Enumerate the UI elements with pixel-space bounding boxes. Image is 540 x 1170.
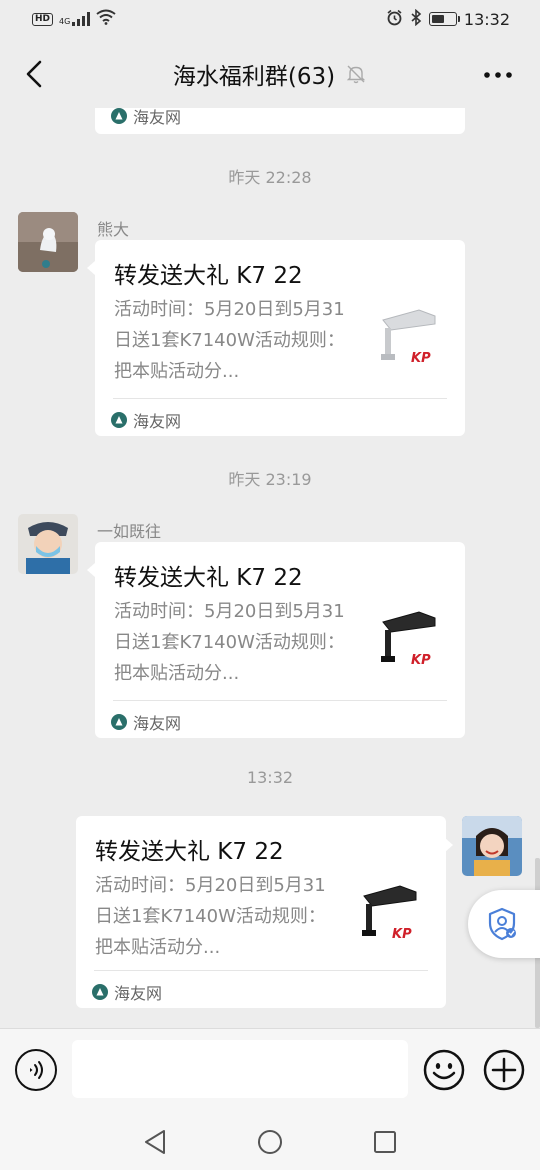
card-description: 活动时间：5月20日到5月31日送1套K7140W活动规则：把本贴活动分... [95, 875, 326, 958]
hd-badge: HD [32, 12, 54, 26]
chat-title: 海水福利群(63) [172, 64, 336, 90]
back-button[interactable] [14, 54, 54, 94]
network-type: 4G [59, 17, 71, 26]
avatar[interactable] [18, 212, 78, 272]
clock: 13:32 [463, 9, 510, 29]
source-icon [92, 984, 108, 1000]
source-label: 海友网 [114, 984, 163, 1003]
voice-icon [30, 1061, 43, 1079]
card-thumbnail: KP [369, 300, 449, 380]
message-card[interactable]: 转发送大礼 K7 22 活动时间：5月20日到5月31日送1套K7140W活动规… [95, 240, 465, 436]
logo-text: KP [392, 927, 412, 942]
card-title: 转发送大礼 K7 22 [114, 565, 303, 591]
emoji-icon [423, 1049, 465, 1091]
source-label: 海友网 [133, 412, 182, 431]
card-description: 活动时间：5月20日到5月31日送1套K7140W活动规则：把本贴活动分... [114, 299, 345, 382]
logo-text: KP [411, 351, 431, 366]
voice-button[interactable] [15, 1049, 57, 1091]
floating-assistant-button[interactable] [468, 890, 540, 958]
card-title: 转发送大礼 K7 22 [114, 263, 303, 289]
card-title: 转发送大礼 K7 22 [95, 839, 284, 865]
logo-text: KP [411, 653, 431, 668]
input-bar [0, 1028, 540, 1170]
card-divider [94, 970, 428, 971]
source-icon [111, 108, 127, 124]
card-divider [113, 398, 447, 399]
card-thumbnail: KP [369, 602, 449, 682]
signal-icon: 4G [59, 12, 91, 26]
alarm-icon [386, 9, 403, 30]
bubble-tail [87, 563, 95, 577]
self-avatar[interactable] [462, 816, 522, 876]
chevron-left-icon [26, 60, 42, 88]
card-source: 海友网 [111, 108, 181, 128]
message-card-partial[interactable]: 海友网 [95, 108, 465, 134]
system-nav-bar [0, 1119, 540, 1170]
message-card[interactable]: 转发送大礼 K7 22 活动时间：5月20日到5月31日送1套K7140W活动规… [95, 542, 465, 738]
plus-button[interactable] [483, 1049, 525, 1091]
card-description: 活动时间：5月20日到5月31日送1套K7140W活动规则：把本贴活动分... [114, 601, 345, 684]
plus-icon [483, 1049, 525, 1091]
chat-header: 海水福利群(63) [0, 40, 540, 108]
source-icon [111, 412, 127, 428]
timestamp: 昨天 23:19 [228, 470, 312, 489]
bubble-tail [445, 838, 453, 852]
wifi-icon [96, 9, 116, 29]
source-label: 海友网 [133, 714, 182, 733]
bubble-tail [87, 261, 95, 275]
sender-name: 熊大 [97, 220, 130, 239]
nav-recents-icon[interactable] [373, 1130, 397, 1154]
status-right: 13:32 [386, 8, 510, 30]
card-divider [113, 700, 447, 701]
source-label: 海友网 [133, 108, 182, 127]
nav-back-icon[interactable] [143, 1129, 167, 1155]
card-thumbnail: KP [350, 876, 430, 956]
shield-user-icon [488, 907, 516, 941]
title-group: 海水福利群(63) [173, 57, 367, 91]
message-card[interactable]: 转发送大礼 K7 22 活动时间：5月20日到5月31日送1套K7140W活动规… [76, 816, 446, 1008]
nav-home-icon[interactable] [257, 1129, 283, 1155]
source-icon [111, 714, 127, 730]
message-input[interactable] [72, 1040, 408, 1098]
card-source: 海友网 [111, 710, 181, 734]
status-bar: HD 4G 13:32 [0, 0, 540, 38]
bell-off-icon [346, 65, 366, 84]
more-button[interactable] [478, 58, 518, 92]
sender-name: 一如既往 [97, 522, 162, 541]
avatar[interactable] [18, 514, 78, 574]
battery-icon [428, 12, 460, 26]
timestamp: 13:32 [246, 768, 294, 787]
status-left: HD 4G [32, 9, 116, 29]
more-dots-icon [484, 72, 512, 78]
bluetooth-icon [410, 8, 422, 30]
card-source: 海友网 [92, 980, 162, 1004]
chat-area[interactable]: 海友网 昨天 22:28 熊大 转发送大礼 K7 22 活动时间：5月20日到5… [0, 108, 540, 1028]
timestamp: 昨天 22:28 [228, 168, 312, 187]
emoji-button[interactable] [423, 1049, 465, 1091]
card-source: 海友网 [111, 408, 181, 432]
